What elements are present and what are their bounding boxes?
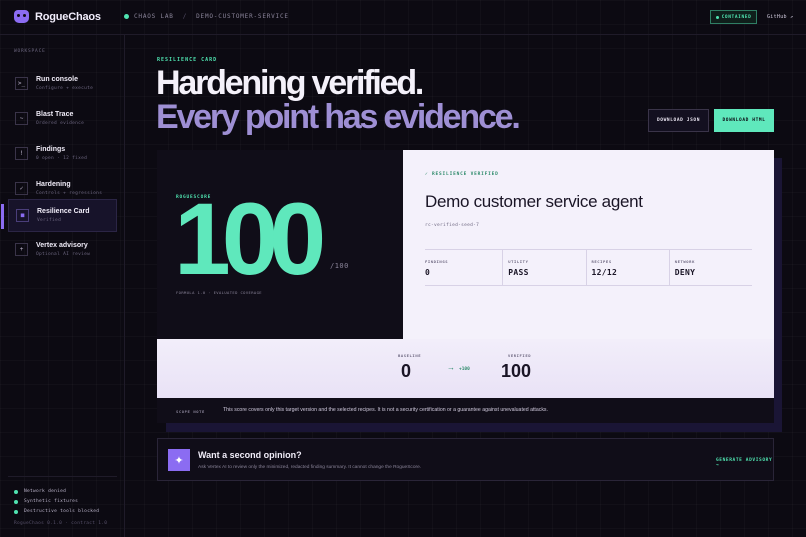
status-dot-icon <box>124 14 129 19</box>
sidebar-item-subtitle: Controls + regressions <box>36 191 103 196</box>
status-row: Destructive tools blocked <box>14 509 99 514</box>
github-link[interactable]: GitHub ↗ <box>767 14 793 20</box>
contained-status-badge: CONTAINED <box>710 10 757 24</box>
baseline-comparison: BASELINE 0 → +100 VERIFIED 100 <box>157 339 774 398</box>
stat-label: UTILITY <box>508 259 529 264</box>
advisory-panel: ✦ Want a second opinion? Ask Vertex AI t… <box>157 438 774 481</box>
sidebar-item-title: Run console <box>36 76 79 83</box>
stat-label: NETWORK <box>674 259 695 264</box>
brand-name: RogueChaos <box>35 10 101 23</box>
contained-dot-icon <box>715 15 719 19</box>
breadcrumb: CHAOS LAB / DEMO-CUSTOMER-SERVICE <box>124 13 289 20</box>
advisory-title: Want a second opinion? <box>198 450 302 460</box>
stat-recipes: RECIPES 12/12 <box>585 250 669 285</box>
scope-note-text: This score covers only this target versi… <box>223 407 548 413</box>
sidebar-item-title: Hardening <box>36 181 71 188</box>
sidebar-item-subtitle: Configure + execute <box>36 86 94 91</box>
status-text: Network denied <box>24 489 67 494</box>
stat-network: NETWORK DENY <box>668 250 752 285</box>
sidebar-item-blast-trace[interactable]: ~ Blast Trace Ordered evidence <box>8 102 117 135</box>
status-text: Synthetic fixtures <box>24 499 79 504</box>
sidebar-item-subtitle: Verified <box>37 218 62 223</box>
scope-note-label: SCOPE NOTE <box>176 409 205 414</box>
version-label: RogueChaos 0.1.0 · contract 1.0 <box>14 521 108 526</box>
brand-logo-icon <box>14 10 29 23</box>
sidebar-item-vertex-advisory[interactable]: + Vertex advisory Optional AI review <box>8 233 117 266</box>
plus-icon: + <box>15 243 28 256</box>
check-icon: ✓ <box>15 182 28 195</box>
baseline-value: 0 <box>401 361 412 381</box>
stat-value: PASS <box>508 268 529 277</box>
arrow-right-icon: → <box>447 363 455 372</box>
sidebar-item-title: Findings <box>36 146 66 153</box>
sidebar-item-title: Resilience Card <box>37 208 90 215</box>
stat-value: 12/12 <box>591 268 618 277</box>
stats-row: FINDINGS 0 UTILITY PASS RECIPES 12/12 NE… <box>425 249 752 286</box>
trace-icon: ~ <box>15 112 28 125</box>
stat-label: RECIPES <box>591 259 612 264</box>
status-dot-icon <box>14 489 18 494</box>
sidebar-item-run-console[interactable]: >_ Run console Configure + execute <box>8 67 117 100</box>
verified-value: 100 <box>501 361 532 381</box>
top-bar: RogueChaos CHAOS LAB / DEMO-CUSTOMER-SER… <box>0 0 806 35</box>
stat-utility: UTILITY PASS <box>502 250 585 285</box>
seed-id: rc-verified-seed-7 <box>425 223 480 228</box>
sidebar: WORKSPACE >_ Run console Configure + exe… <box>0 35 125 537</box>
resilience-card: ROGUESCORE 100 /100 FORMULA 1.0 · EVALUA… <box>157 150 774 423</box>
active-marker <box>1 204 4 229</box>
score-panel: ROGUESCORE 100 /100 FORMULA 1.0 · EVALUA… <box>157 150 403 339</box>
target-info-panel: ✓ RESILIENCE VERIFIED Demo customer serv… <box>403 150 774 339</box>
download-html-button[interactable]: DOWNLOAD HTML <box>714 109 774 132</box>
status-row: Synthetic fixtures <box>14 499 99 504</box>
scope-note: SCOPE NOTE This score covers only this t… <box>157 398 774 423</box>
stat-value: DENY <box>674 268 696 277</box>
status-text: Destructive tools blocked <box>24 509 100 514</box>
brand[interactable]: RogueChaos <box>14 10 101 23</box>
sidebar-item-subtitle: 0 open · 12 fixed <box>36 156 88 161</box>
sidebar-item-subtitle: Ordered evidence <box>36 121 85 126</box>
advisory-description: Ask Vertex AI to review only the minimiz… <box>198 465 422 470</box>
score-value: 100 <box>174 182 326 296</box>
verified-tag: ✓ RESILIENCE VERIFIED <box>425 172 499 177</box>
verified-label: VERIFIED <box>508 353 532 358</box>
stat-findings: FINDINGS 0 <box>425 250 502 285</box>
terminal-icon: >_ <box>15 77 28 90</box>
sidebar-divider <box>8 476 117 477</box>
sparkle-icon: ✦ <box>168 449 190 471</box>
score-formula: FORMULA 1.0 · EVALUATED COVERAGE <box>176 290 262 295</box>
page-subtitle: Every point has evidence. <box>156 98 521 136</box>
breadcrumb-lab[interactable]: CHAOS LAB <box>134 13 174 20</box>
alert-icon: ! <box>15 147 28 160</box>
baseline-label: BASELINE <box>398 353 422 358</box>
breadcrumb-target: DEMO-CUSTOMER-SERVICE <box>196 13 289 20</box>
download-json-button[interactable]: DOWNLOAD JSON <box>648 109 709 132</box>
score-delta: +100 <box>459 367 470 372</box>
sidebar-item-resilience-card[interactable]: ■ Resilience Card Verified <box>1 199 117 232</box>
score-max: /100 <box>330 262 349 270</box>
system-status-list: Network denied Synthetic fixtures Destru… <box>14 489 99 519</box>
breadcrumb-separator: / <box>182 13 188 20</box>
sidebar-item-title: Vertex advisory <box>36 242 88 249</box>
sidebar-item-title: Blast Trace <box>36 111 74 118</box>
sidebar-item-findings[interactable]: ! Findings 0 open · 12 fixed <box>8 137 117 170</box>
page-title: Hardening verified. <box>156 64 424 102</box>
target-name: Demo customer service agent <box>425 192 643 211</box>
stat-label: FINDINGS <box>425 259 449 264</box>
status-dot-icon <box>14 509 18 514</box>
status-dot-icon <box>14 499 18 504</box>
sidebar-item-subtitle: Optional AI review <box>36 252 91 257</box>
page-eyebrow: RESILIENCE CARD <box>157 57 218 63</box>
status-row: Network denied <box>14 489 99 494</box>
generate-advisory-button[interactable]: GENERATE ADVISORY → <box>716 458 773 468</box>
sidebar-heading: WORKSPACE <box>14 49 46 54</box>
contained-label: CONTAINED <box>721 14 752 20</box>
stat-value: 0 <box>425 268 431 277</box>
card-icon: ■ <box>16 209 29 222</box>
